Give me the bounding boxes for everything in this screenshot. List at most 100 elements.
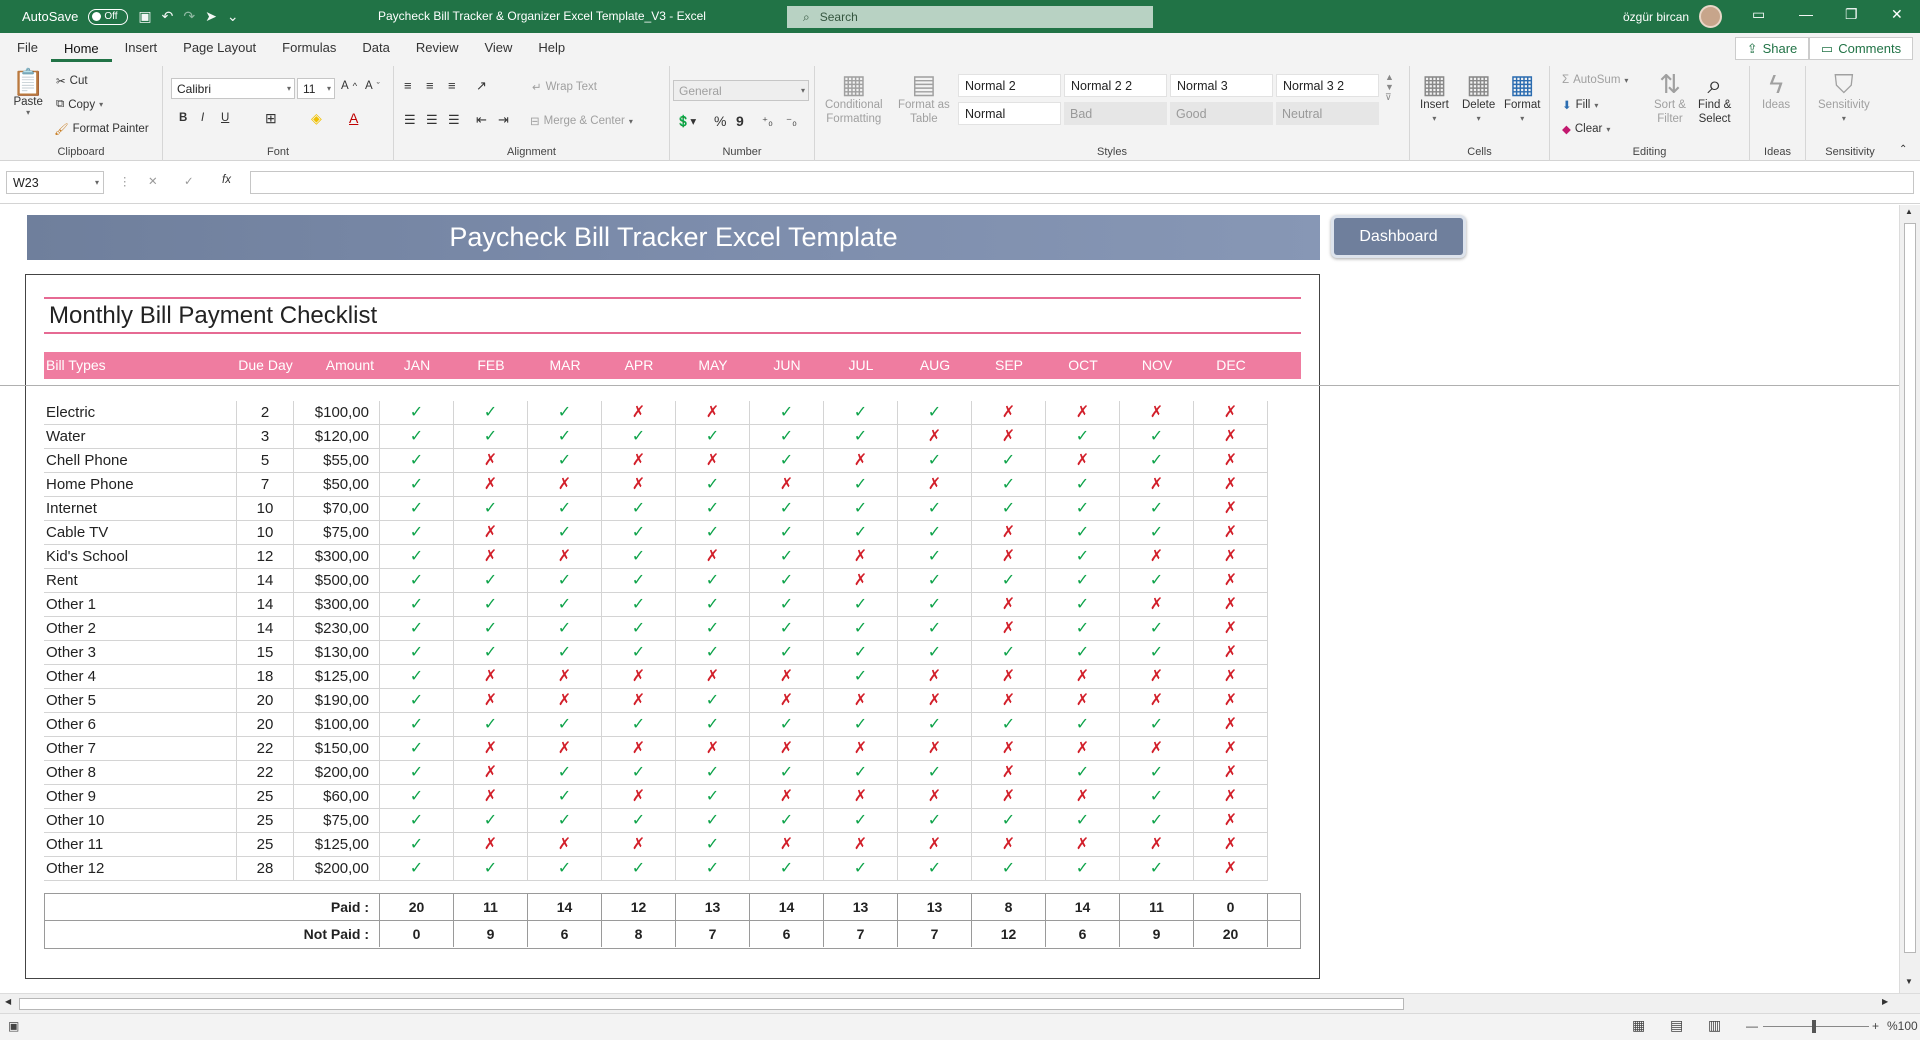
check-icon[interactable]: ✓	[454, 857, 528, 881]
cross-icon[interactable]: ✗	[972, 545, 1046, 569]
check-icon[interactable]: ✓	[380, 833, 454, 857]
check-icon[interactable]: ✓	[750, 713, 824, 737]
cross-icon[interactable]: ✗	[824, 737, 898, 761]
check-icon[interactable]: ✓	[1046, 641, 1120, 665]
autosave-toggle[interactable]: Off	[88, 8, 129, 25]
vertical-scroll-thumb[interactable]	[1904, 223, 1916, 953]
number-format-select[interactable]: General ▾	[673, 80, 809, 101]
tab-view[interactable]: View	[471, 33, 525, 62]
amount-cell[interactable]: $190,00	[294, 689, 380, 713]
due-day-cell[interactable]: 10	[237, 497, 294, 521]
horizontal-scroll-thumb[interactable]	[19, 998, 1404, 1010]
check-icon[interactable]: ✓	[676, 689, 750, 713]
total-count-cell[interactable]: 7	[824, 921, 898, 947]
check-icon[interactable]: ✓	[898, 569, 972, 593]
check-icon[interactable]: ✓	[528, 641, 602, 665]
cross-icon[interactable]: ✗	[972, 593, 1046, 617]
check-icon[interactable]: ✓	[824, 497, 898, 521]
restore-icon[interactable]: ❐	[1845, 6, 1858, 23]
cross-icon[interactable]: ✗	[1120, 737, 1194, 761]
format-as-table-button[interactable]: ▤ Format as Table	[898, 70, 950, 126]
style-good[interactable]: Good	[1170, 102, 1273, 125]
bill-name-cell[interactable]: Home Phone	[44, 473, 237, 497]
due-day-cell[interactable]: 3	[237, 425, 294, 449]
tab-data[interactable]: Data	[349, 33, 402, 62]
amount-cell[interactable]: $130,00	[294, 641, 380, 665]
check-icon[interactable]: ✓	[750, 809, 824, 833]
cross-icon[interactable]: ✗	[454, 449, 528, 473]
check-icon[interactable]: ✓	[528, 785, 602, 809]
check-icon[interactable]: ✓	[602, 521, 676, 545]
fill-button[interactable]: ⬇ Fill ▾	[1562, 98, 1598, 112]
total-count-cell[interactable]: 14	[1046, 894, 1120, 920]
check-icon[interactable]: ✓	[528, 713, 602, 737]
cross-icon[interactable]: ✗	[1046, 449, 1120, 473]
check-icon[interactable]: ✓	[528, 857, 602, 881]
check-icon[interactable]: ✓	[750, 425, 824, 449]
check-icon[interactable]: ✓	[528, 809, 602, 833]
cross-icon[interactable]: ✗	[602, 401, 676, 425]
check-icon[interactable]: ✓	[750, 449, 824, 473]
total-count-cell[interactable]: 11	[454, 894, 528, 920]
check-icon[interactable]: ✓	[1046, 569, 1120, 593]
cross-icon[interactable]: ✗	[676, 737, 750, 761]
cross-icon[interactable]: ✗	[898, 425, 972, 449]
check-icon[interactable]: ✓	[676, 833, 750, 857]
percent-button[interactable]: %	[714, 113, 726, 129]
cross-icon[interactable]: ✗	[1194, 473, 1268, 497]
bill-name-cell[interactable]: Other 6	[44, 713, 237, 737]
cross-icon[interactable]: ✗	[1046, 737, 1120, 761]
check-icon[interactable]: ✓	[898, 521, 972, 545]
zoom-out-icon[interactable]: —	[1746, 1019, 1758, 1033]
style-bad[interactable]: Bad	[1064, 102, 1167, 125]
bill-name-cell[interactable]: Other 11	[44, 833, 237, 857]
cross-icon[interactable]: ✗	[1194, 833, 1268, 857]
font-name-select[interactable]: Calibri ▾	[171, 78, 295, 99]
cross-icon[interactable]: ✗	[750, 473, 824, 497]
amount-cell[interactable]: $120,00	[294, 425, 380, 449]
ribbon-display-icon[interactable]: ▭	[1752, 6, 1765, 23]
check-icon[interactable]: ✓	[750, 521, 824, 545]
cross-icon[interactable]: ✗	[1120, 401, 1194, 425]
cross-icon[interactable]: ✗	[1046, 785, 1120, 809]
check-icon[interactable]: ✓	[380, 641, 454, 665]
cross-icon[interactable]: ✗	[1046, 833, 1120, 857]
check-icon[interactable]: ✓	[380, 593, 454, 617]
check-icon[interactable]: ✓	[824, 761, 898, 785]
cross-icon[interactable]: ✗	[528, 737, 602, 761]
cross-icon[interactable]: ✗	[1194, 569, 1268, 593]
bill-name-cell[interactable]: Chell Phone	[44, 449, 237, 473]
scroll-right-icon[interactable]: ▶	[1882, 997, 1888, 1006]
total-count-cell[interactable]: 7	[676, 921, 750, 947]
check-icon[interactable]: ✓	[1046, 521, 1120, 545]
check-icon[interactable]: ✓	[380, 761, 454, 785]
check-icon[interactable]: ✓	[380, 857, 454, 881]
find-select-button[interactable]: ⌕ Find & Select	[1698, 70, 1731, 126]
amount-cell[interactable]: $60,00	[294, 785, 380, 809]
cross-icon[interactable]: ✗	[972, 401, 1046, 425]
bill-name-cell[interactable]: Water	[44, 425, 237, 449]
cross-icon[interactable]: ✗	[824, 569, 898, 593]
bill-name-cell[interactable]: Other 9	[44, 785, 237, 809]
check-icon[interactable]: ✓	[750, 401, 824, 425]
insert-function-button[interactable]: fx	[222, 174, 231, 186]
name-box[interactable]: W23 ▾	[6, 171, 104, 194]
check-icon[interactable]: ✓	[380, 425, 454, 449]
cross-icon[interactable]: ✗	[1194, 617, 1268, 641]
confirm-entry-icon[interactable]: ✓	[184, 174, 194, 188]
wrap-text-button[interactable]: ↵ Wrap Text	[532, 80, 597, 94]
total-count-cell[interactable]: 11	[1120, 894, 1194, 920]
cross-icon[interactable]: ✗	[750, 665, 824, 689]
amount-cell[interactable]: $75,00	[294, 521, 380, 545]
total-count-cell[interactable]: 6	[750, 921, 824, 947]
check-icon[interactable]: ✓	[824, 665, 898, 689]
cross-icon[interactable]: ✗	[972, 785, 1046, 809]
total-count-cell[interactable]: 6	[1046, 921, 1120, 947]
total-count-cell[interactable]: 9	[454, 921, 528, 947]
cross-icon[interactable]: ✗	[454, 545, 528, 569]
autosum-button[interactable]: Σ AutoSum ▾	[1562, 74, 1628, 86]
collapse-ribbon-icon[interactable]: ⌃	[1899, 144, 1907, 155]
check-icon[interactable]: ✓	[380, 713, 454, 737]
fill-color-icon[interactable]: ◈	[311, 110, 322, 127]
cross-icon[interactable]: ✗	[528, 473, 602, 497]
